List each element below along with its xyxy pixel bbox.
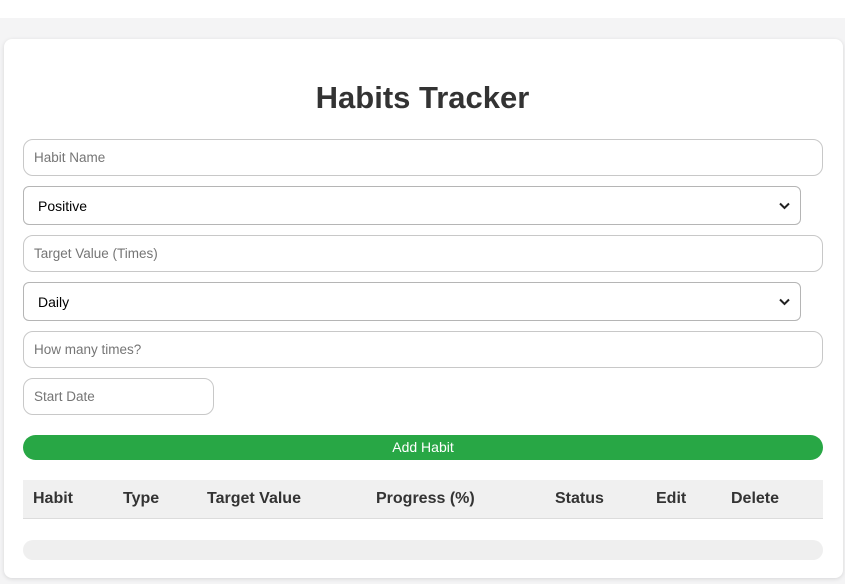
column-header-progress: Progress (%)	[376, 490, 475, 507]
column-header-type: Type	[123, 490, 160, 507]
frequency-select[interactable]: Daily	[23, 282, 801, 321]
horizontal-scrollbar[interactable]	[23, 540, 823, 560]
column-header-edit: Edit	[656, 490, 687, 507]
start-date-input[interactable]	[23, 378, 214, 415]
habit-type-select[interactable]: Positive	[23, 186, 801, 225]
times-input[interactable]	[23, 331, 823, 368]
chevron-down-icon	[778, 296, 790, 308]
column-header-habit: Habit	[33, 490, 73, 507]
habits-table-header: Habit Type Target Value Progress (%) Sta…	[23, 480, 823, 519]
frequency-value: Daily	[38, 293, 70, 310]
column-header-status: Status	[555, 490, 604, 507]
chevron-down-icon	[778, 200, 790, 212]
page-title: Habits Tracker	[315, 80, 530, 115]
column-header-delete: Delete	[731, 490, 780, 507]
habit-type-value: Positive	[38, 197, 88, 214]
column-header-target-value: Target Value	[207, 490, 301, 507]
add-habit-button[interactable]: Add Habit	[23, 435, 823, 460]
target-value-input[interactable]	[23, 235, 823, 272]
habit-name-input[interactable]	[23, 139, 823, 176]
